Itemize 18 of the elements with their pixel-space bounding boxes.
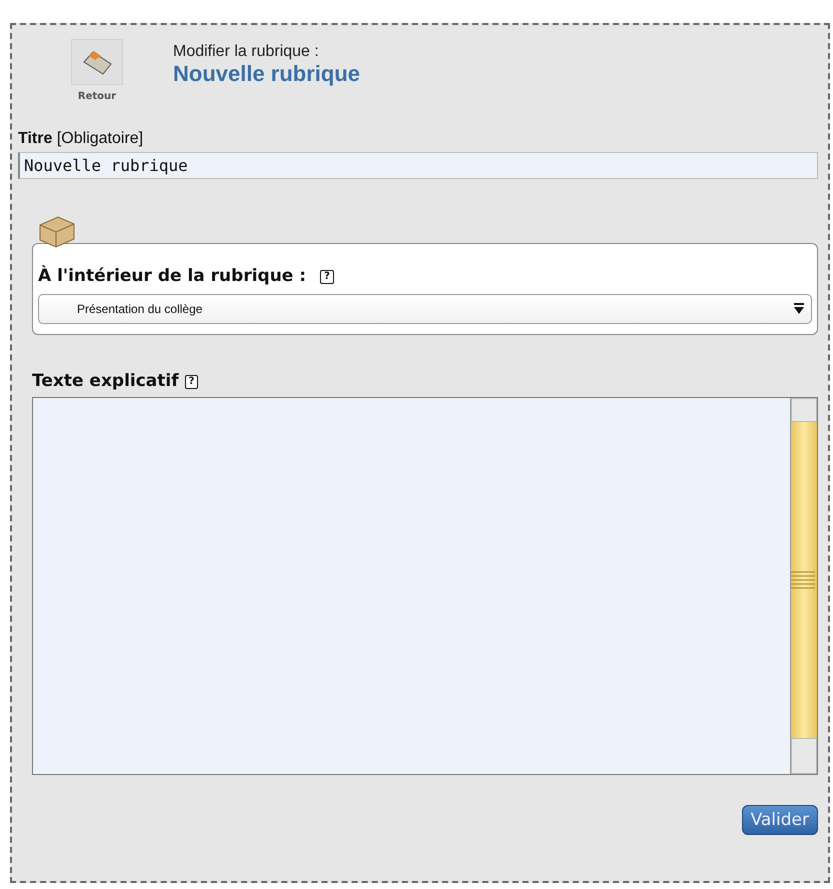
box-icon xyxy=(38,215,76,249)
scroll-down-button[interactable] xyxy=(791,738,817,774)
scrollbar[interactable] xyxy=(790,398,817,774)
grip-icon[interactable] xyxy=(791,570,815,590)
page-title: Nouvelle rubrique xyxy=(173,61,360,87)
page-subtitle: Modifier la rubrique : xyxy=(173,43,320,61)
title-field[interactable]: Nouvelle rubrique xyxy=(18,152,818,179)
scroll-up-button[interactable] xyxy=(791,398,817,422)
title-label: Titre [Obligatoire] xyxy=(18,130,144,148)
help-icon[interactable]: ? xyxy=(320,270,334,284)
help-icon[interactable]: ? xyxy=(184,374,198,389)
submit-button[interactable]: Valider xyxy=(742,805,818,835)
parent-section-dropdown[interactable]: Présentation du collège xyxy=(38,294,812,324)
description-label: Texte explicatif xyxy=(32,371,179,391)
parent-section-label: À l'intérieur de la rubrique : xyxy=(38,266,306,286)
dropdown-arrow-icon xyxy=(793,303,805,315)
description-field[interactable] xyxy=(32,397,818,775)
folder-icon xyxy=(81,48,113,76)
